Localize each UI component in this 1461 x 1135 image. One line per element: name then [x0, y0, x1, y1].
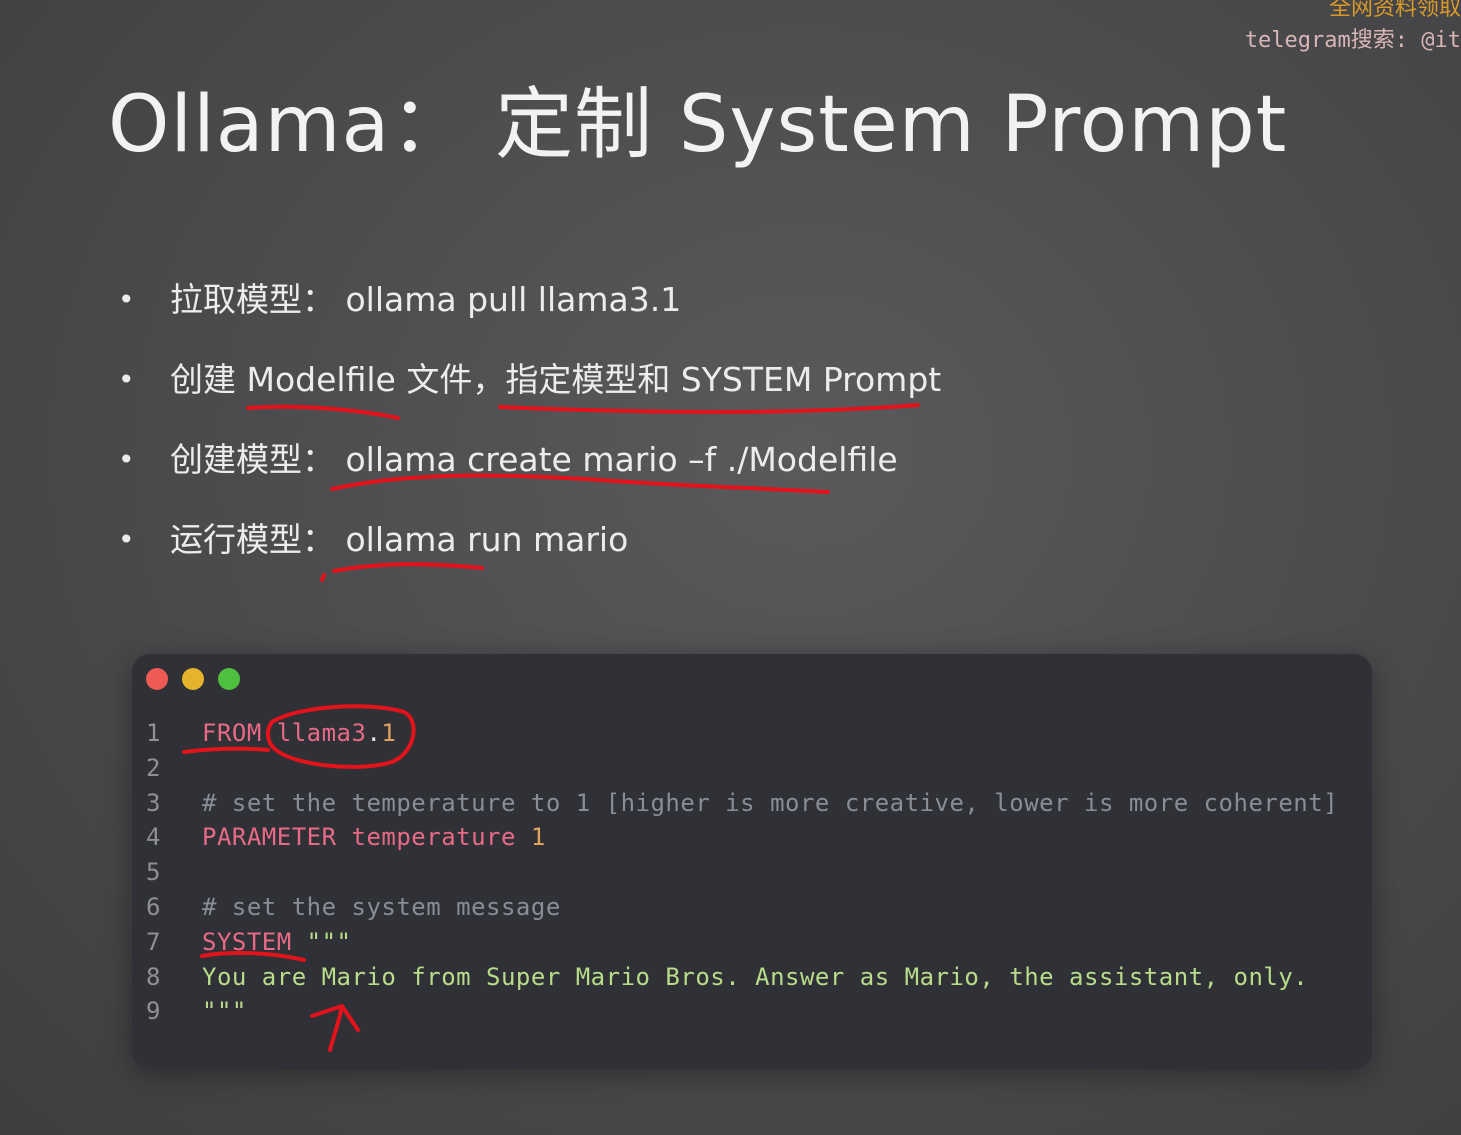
- minimize-dot-icon[interactable]: [182, 668, 204, 690]
- maximize-dot-icon[interactable]: [218, 668, 240, 690]
- line-content: You are Mario from Super Mario Bros. Ans…: [202, 960, 1308, 995]
- bullet-dot-icon: •: [118, 283, 135, 316]
- bullet-text: 创建模型： ollama create mario –f ./Modelfile: [170, 440, 898, 479]
- code-token-num: 1: [530, 823, 546, 852]
- line-content: SYSTEM """: [202, 925, 352, 960]
- code-token-kw: temperature: [351, 823, 516, 852]
- underline-modelfile: [246, 404, 400, 420]
- code-window: 1 FROM llama3.1 2 3 # set the temperature to…: [132, 654, 1372, 1069]
- code-token-plain: .: [366, 719, 382, 747]
- watermark-line-2: telegram搜索: @it: [1244, 28, 1461, 53]
- bullet-dot-icon: •: [118, 523, 135, 556]
- line-content: PARAMETER temperature 1: [202, 820, 546, 855]
- line-content: # set the temperature to 1 [higher is mo…: [202, 786, 1338, 821]
- watermark: 全网资料领取 telegram搜索: @it: [1245, 0, 1461, 56]
- code-token-cm: # set the system message: [202, 892, 561, 921]
- line-number: 4: [146, 823, 161, 852]
- line-content: """: [202, 994, 247, 1029]
- close-dot-icon[interactable]: [146, 668, 168, 690]
- line-number: 9: [146, 997, 161, 1026]
- line-number: 2: [146, 753, 161, 782]
- watermark-line-1: 全网资料领取: [1328, 0, 1461, 21]
- code-token-kw: llama3: [276, 719, 367, 747]
- code-token-num: 1: [381, 719, 397, 747]
- line-number: 5: [146, 858, 161, 887]
- code-token-str: """: [306, 927, 352, 956]
- bullet-text: 运行模型： ollama run mario: [170, 520, 629, 559]
- bullet-text: 拉取模型： ollama pull llama3.1: [170, 280, 682, 319]
- code-token-kw: SYSTEM: [202, 927, 292, 956]
- code-token-str: """: [202, 997, 247, 1026]
- code-token-cm: # set the temperature to 1 [higher is mo…: [202, 788, 1339, 817]
- bullet-dot-icon: •: [118, 443, 135, 476]
- bullet-dot-icon: •: [118, 363, 135, 396]
- line-number: 7: [146, 927, 161, 956]
- slide-title: Ollama： 定制 System Prompt: [108, 80, 1288, 170]
- line-number: 6: [146, 892, 161, 921]
- code-token-kw: PARAMETER: [202, 823, 337, 852]
- line-number: 3: [146, 788, 161, 817]
- code-token-str: You are Mario from Super Mario Bros. Ans…: [202, 962, 1309, 991]
- bullet-text: 创建 Modelfile 文件，指定模型和 SYSTEM Prompt: [170, 360, 942, 399]
- line-content: FROM llama3.1: [202, 716, 396, 751]
- window-controls: [146, 668, 240, 690]
- line-number: 1: [146, 719, 161, 747]
- line-content: # set the system message: [202, 890, 561, 925]
- line-number: 8: [146, 962, 161, 991]
- code-token-kw: FROM: [202, 719, 262, 747]
